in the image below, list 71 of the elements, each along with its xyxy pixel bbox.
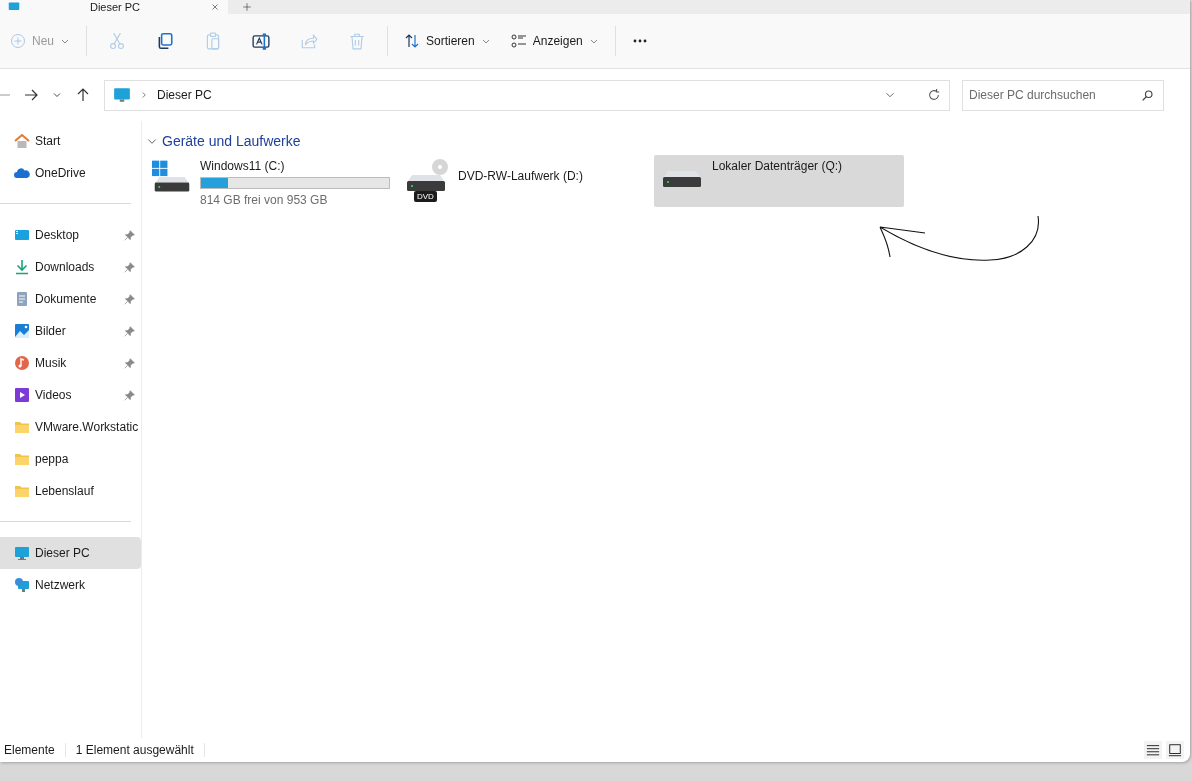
- refresh-icon: [927, 88, 941, 102]
- address-bar[interactable]: Dieser PC: [104, 79, 950, 111]
- pin-icon: [124, 325, 135, 337]
- copy-icon: [156, 32, 174, 50]
- folder-icon: [14, 483, 30, 499]
- arrow-up-icon: [75, 87, 91, 103]
- search-icon: [1141, 88, 1154, 102]
- drive-name: DVD-RW-Laufwerk (D:): [458, 169, 583, 183]
- scissors-icon: [108, 32, 126, 50]
- selection-count: 1 Element ausgewählt: [75, 743, 205, 757]
- picture-icon: [14, 323, 30, 339]
- cloud-icon: [14, 165, 30, 181]
- network-icon: [14, 577, 30, 593]
- sidebar-item[interactable]: Desktop: [0, 219, 141, 251]
- details-view-button[interactable]: [1144, 741, 1162, 759]
- search-field[interactable]: Dieser PC durchsuchen: [962, 79, 1164, 111]
- sort-button[interactable]: Sortieren: [394, 23, 501, 59]
- sidebar-item[interactable]: Bilder: [0, 315, 141, 347]
- share-icon: [300, 32, 318, 50]
- folder-icon: [14, 451, 30, 467]
- free-space-text: 814 GB frei von 953 GB: [200, 193, 329, 207]
- sidebar-item[interactable]: Netzwerk: [0, 569, 141, 601]
- desktop-icon: [14, 227, 30, 243]
- close-icon: [210, 2, 220, 12]
- arrow-right-icon: [23, 87, 39, 103]
- drive-with-windows-logo-icon: [152, 159, 192, 195]
- document-icon: [14, 291, 30, 307]
- sidebar-item[interactable]: peppa: [0, 443, 141, 475]
- pin-icon: [124, 357, 135, 369]
- sidebar-item[interactable]: Videos: [0, 379, 141, 411]
- sidebar-item[interactable]: Downloads: [0, 251, 141, 283]
- explorer-tab[interactable]: Dieser PC: [0, 0, 228, 14]
- pin-icon: [124, 389, 135, 401]
- plus-icon: [242, 2, 252, 12]
- sidebar-item[interactable]: Start: [0, 125, 141, 157]
- drive-tile[interactable]: DVD DVD-RW-Laufwerk (D:): [400, 155, 650, 207]
- monitor-icon: [8, 1, 20, 13]
- pin-icon: [124, 293, 135, 305]
- sidebar-item[interactable]: Musik: [0, 347, 141, 379]
- section-heading: Geräte und Laufwerke: [162, 133, 301, 149]
- folder-icon: [14, 419, 30, 435]
- sort-arrows-icon: [404, 33, 420, 49]
- dvd-label: DVD: [414, 191, 437, 202]
- tiles-view-button[interactable]: [1166, 741, 1184, 759]
- sidebar-item[interactable]: VMware.Workstatic: [0, 411, 141, 443]
- pin-icon: [124, 261, 135, 273]
- view-button[interactable]: Anzeigen: [500, 23, 609, 59]
- drive-name: Lokaler Datenträger (Q:): [712, 159, 843, 173]
- sidebar-item[interactable]: Dieser PC: [0, 537, 141, 569]
- video-icon: [14, 387, 30, 403]
- drive-tile[interactable]: Windows11 (C:) 814 GB frei von 953 GB: [146, 155, 396, 207]
- drive-tile[interactable]: Lokaler Datenträger (Q:): [654, 155, 904, 207]
- drive-name: Windows11 (C:): [200, 159, 286, 173]
- list-icon: [1146, 743, 1160, 757]
- music-note-icon: [14, 355, 30, 371]
- sidebar-item[interactable]: Dokumente: [0, 283, 141, 315]
- sidebar-item[interactable]: OneDrive: [0, 157, 141, 189]
- plus-circle-icon: [10, 33, 26, 49]
- sidebar-item[interactable]: Lebenslauf: [0, 475, 141, 507]
- download-icon: [14, 259, 30, 275]
- trash-icon: [348, 32, 366, 50]
- monitor-icon: [113, 86, 131, 104]
- rename-icon: [252, 32, 270, 50]
- item-count: Elemente: [4, 743, 66, 757]
- list-view-icon: [510, 33, 527, 49]
- house-icon: [14, 133, 30, 149]
- clipboard-icon: [204, 32, 222, 50]
- tile-icon: [1168, 743, 1182, 757]
- path-segment[interactable]: Dieser PC: [157, 88, 875, 102]
- pin-icon: [124, 229, 135, 241]
- monitor-icon: [14, 545, 30, 561]
